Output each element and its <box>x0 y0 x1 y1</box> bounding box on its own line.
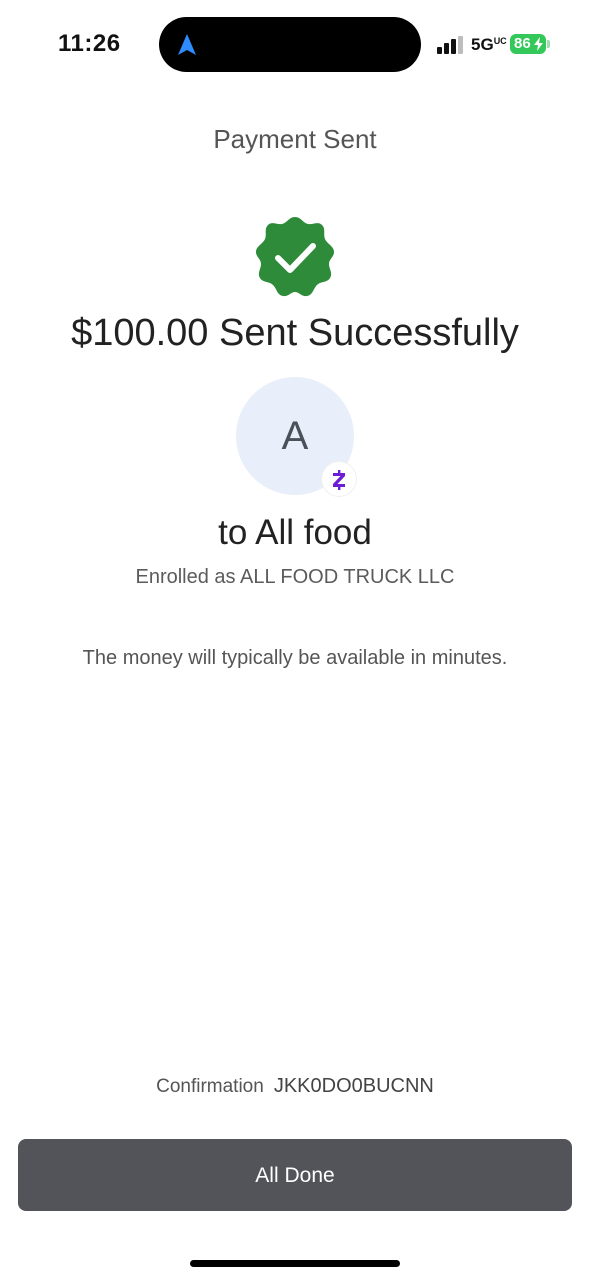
zelle-icon <box>322 462 356 496</box>
page-title: Payment Sent <box>213 124 377 154</box>
confirmation-row: Confirmation JKK0DO0BUCNN <box>0 1075 590 1098</box>
zelle-logo-icon <box>333 470 345 490</box>
battery-charging-icon <box>534 37 543 51</box>
confirmation-code: JKK0DO0BUCNN <box>273 1075 434 1097</box>
battery-cap <box>547 40 550 48</box>
availability-note: The money will typically be available in… <box>82 647 508 669</box>
network-type: 5GUC <box>471 35 507 54</box>
signal-icon <box>437 36 463 54</box>
recipient-name: to All food <box>218 513 372 552</box>
confirmation-label: Confirmation <box>156 1076 264 1097</box>
home-indicator[interactable] <box>190 1260 400 1267</box>
enrolled-as-label: Enrolled as ALL FOOD TRUCK LLC <box>135 566 455 588</box>
location-arrow-icon <box>178 34 196 55</box>
status-time: 11:26 <box>58 30 121 57</box>
amount-sent-headline: $100.00 Sent Successfully <box>71 312 519 354</box>
dynamic-island <box>159 17 421 72</box>
check-badge-icon <box>256 217 334 297</box>
battery-level: 86 <box>510 34 546 54</box>
all-done-button[interactable]: All Done <box>18 1139 572 1211</box>
